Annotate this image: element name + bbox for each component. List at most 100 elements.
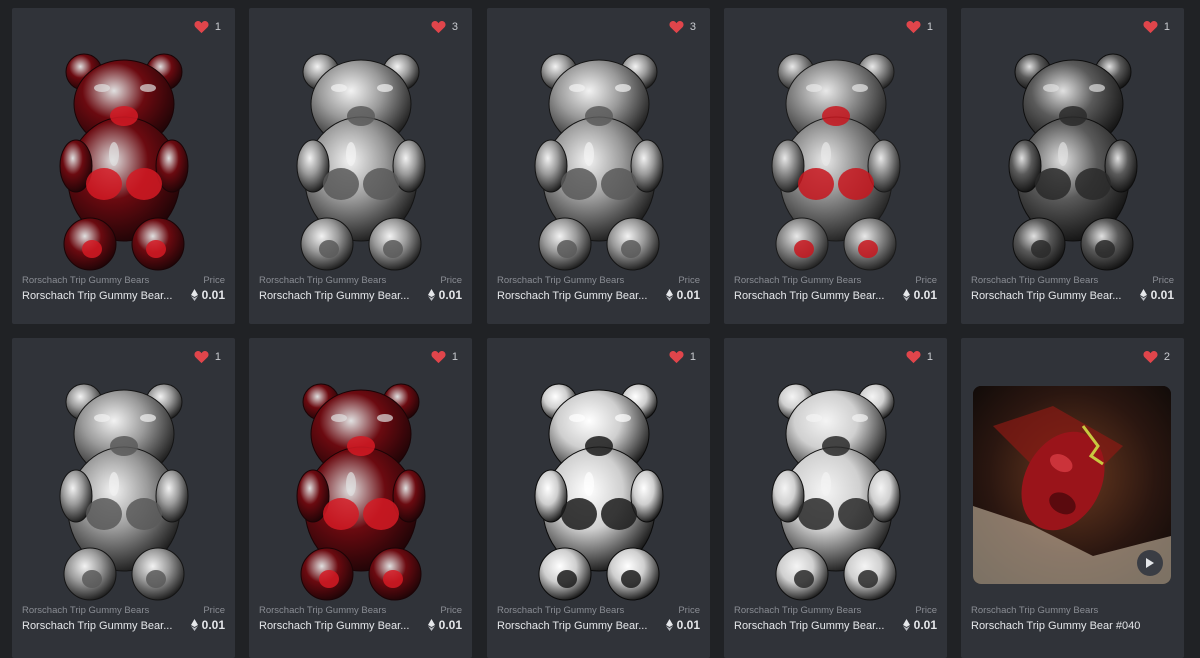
asset-card[interactable]: 1 Rorschach Trip Gummy Bears Rorschach T…	[724, 8, 947, 324]
asset-card[interactable]: 1 Rorschach Trip Gummy Bears Rorschach T…	[249, 338, 472, 658]
heart-icon	[669, 21, 684, 34]
gummy-bear-artwork	[59, 53, 188, 271]
asset-image[interactable]	[724, 44, 947, 276]
eth-icon	[190, 289, 198, 301]
price-amount: 0.01	[676, 618, 700, 632]
heart-icon	[431, 21, 446, 34]
favorite-count: 1	[214, 351, 221, 363]
favorite-count: 1	[926, 351, 933, 363]
price-value: 0.01	[190, 288, 225, 302]
asset-image[interactable]	[961, 44, 1184, 276]
price-label: Price	[203, 605, 225, 616]
price-value: 0.01	[902, 618, 937, 632]
price-value: 0.01	[665, 618, 700, 632]
favorite-button[interactable]: 2	[1143, 350, 1170, 364]
collection-name[interactable]: Rorschach Trip Gummy Bears	[971, 605, 1098, 616]
eth-icon	[427, 619, 435, 631]
favorite-count: 3	[689, 21, 696, 33]
price-amount: 0.01	[201, 288, 225, 302]
gummy-bear-artwork	[296, 383, 425, 601]
heart-icon	[1143, 351, 1158, 364]
price-value: 0.01	[1139, 288, 1174, 302]
eth-icon	[665, 619, 673, 631]
heart-icon	[669, 351, 684, 364]
eth-icon	[427, 289, 435, 301]
favorite-button[interactable]: 1	[1143, 20, 1170, 34]
asset-name[interactable]: Rorschach Trip Gummy Bear...	[22, 290, 172, 302]
favorite-button[interactable]: 1	[906, 350, 933, 364]
collection-name[interactable]: Rorschach Trip Gummy Bears	[22, 605, 149, 616]
price-amount: 0.01	[1150, 288, 1174, 302]
price-value: 0.01	[190, 618, 225, 632]
collection-name[interactable]: Rorschach Trip Gummy Bears	[971, 275, 1098, 286]
favorite-button[interactable]: 1	[194, 20, 221, 34]
asset-card[interactable]: 1 Rorschach Trip Gummy Bears Rorschach T…	[724, 338, 947, 658]
collection-name[interactable]: Rorschach Trip Gummy Bears	[259, 275, 386, 286]
asset-card[interactable]: 1 Rorschach Trip Gummy Bears Rorschach T…	[487, 338, 710, 658]
price-label: Price	[678, 605, 700, 616]
favorite-count: 1	[214, 21, 221, 33]
price-amount: 0.01	[438, 618, 462, 632]
asset-card[interactable]: 3 Rorschach Trip Gummy Bears Rorschach T…	[487, 8, 710, 324]
price-label: Price	[440, 275, 462, 286]
favorite-count: 3	[451, 21, 458, 33]
asset-card[interactable]: 2 Rorschach Trip Gummy Bears Rorschach T…	[961, 338, 1184, 658]
asset-name[interactable]: Rorschach Trip Gummy Bear...	[971, 290, 1121, 302]
asset-name[interactable]: Rorschach Trip Gummy Bear...	[22, 620, 172, 632]
favorite-button[interactable]: 3	[431, 20, 458, 34]
collection-name[interactable]: Rorschach Trip Gummy Bears	[734, 275, 861, 286]
asset-card[interactable]: 1 Rorschach Trip Gummy Bears Rorschach T…	[12, 338, 235, 658]
asset-card[interactable]: 1 Rorschach Trip Gummy Bears Rorschach T…	[961, 8, 1184, 324]
asset-image[interactable]	[724, 374, 947, 606]
gummy-bear-artwork	[296, 53, 425, 271]
asset-name[interactable]: Rorschach Trip Gummy Bear...	[497, 290, 647, 302]
gummy-bear-artwork	[771, 383, 900, 601]
favorite-count: 1	[926, 21, 933, 33]
asset-image[interactable]	[12, 374, 235, 606]
eth-icon	[190, 619, 198, 631]
play-button[interactable]	[1137, 550, 1163, 576]
favorite-button[interactable]: 1	[669, 350, 696, 364]
price-amount: 0.01	[438, 288, 462, 302]
favorite-button[interactable]: 1	[906, 20, 933, 34]
favorite-button[interactable]: 1	[194, 350, 221, 364]
favorite-count: 2	[1163, 351, 1170, 363]
asset-name[interactable]: Rorschach Trip Gummy Bear #040	[971, 620, 1140, 632]
heart-icon	[431, 351, 446, 364]
price-amount: 0.01	[201, 618, 225, 632]
price-label: Price	[203, 275, 225, 286]
price-label: Price	[915, 275, 937, 286]
asset-name[interactable]: Rorschach Trip Gummy Bear...	[259, 620, 409, 632]
asset-image[interactable]	[249, 44, 472, 276]
video-thumbnail[interactable]	[973, 386, 1171, 584]
collection-name[interactable]: Rorschach Trip Gummy Bears	[497, 605, 624, 616]
collection-name[interactable]: Rorschach Trip Gummy Bears	[497, 275, 624, 286]
eth-icon	[1139, 289, 1147, 301]
asset-card[interactable]: 1 Rorschach Trip Gummy Bears Rorschach T…	[12, 8, 235, 324]
heart-icon	[906, 351, 921, 364]
asset-name[interactable]: Rorschach Trip Gummy Bear...	[497, 620, 647, 632]
asset-image[interactable]	[487, 374, 710, 606]
play-icon	[1146, 558, 1154, 568]
price-amount: 0.01	[913, 618, 937, 632]
gummy-bear-artwork	[771, 53, 900, 271]
favorite-button[interactable]: 1	[431, 350, 458, 364]
collection-name[interactable]: Rorschach Trip Gummy Bears	[734, 605, 861, 616]
price-value: 0.01	[427, 618, 462, 632]
asset-name[interactable]: Rorschach Trip Gummy Bear...	[734, 290, 884, 302]
asset-image[interactable]	[487, 44, 710, 276]
favorite-button[interactable]: 3	[669, 20, 696, 34]
price-amount: 0.01	[913, 288, 937, 302]
asset-image[interactable]	[12, 44, 235, 276]
asset-name[interactable]: Rorschach Trip Gummy Bear...	[734, 620, 884, 632]
asset-grid: 1 Rorschach Trip Gummy Bears Rorschach T…	[0, 0, 1200, 658]
asset-name[interactable]: Rorschach Trip Gummy Bear...	[259, 290, 409, 302]
collection-name[interactable]: Rorschach Trip Gummy Bears	[259, 605, 386, 616]
collection-name[interactable]: Rorschach Trip Gummy Bears	[22, 275, 149, 286]
gummy-bear-artwork	[534, 383, 663, 601]
asset-card[interactable]: 3 Rorschach Trip Gummy Bears Rorschach T…	[249, 8, 472, 324]
asset-image[interactable]	[249, 374, 472, 606]
gummy-bear-artwork	[534, 53, 663, 271]
favorite-count: 1	[689, 351, 696, 363]
favorite-count: 1	[1163, 21, 1170, 33]
